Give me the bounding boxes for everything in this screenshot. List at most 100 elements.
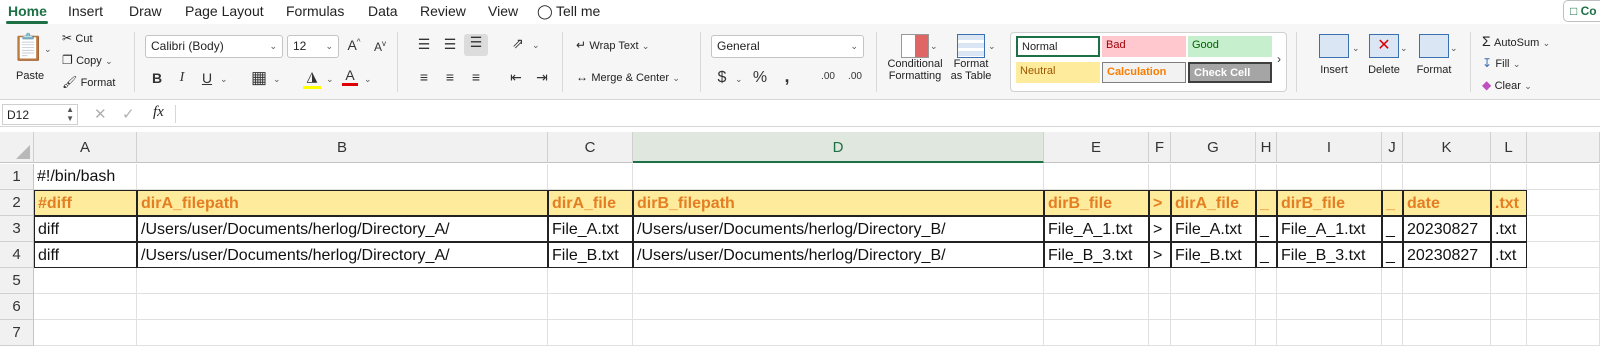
percent-icon[interactable]: % xyxy=(752,69,768,87)
chevron-down-icon[interactable]: ⌄ xyxy=(1450,43,1458,54)
cell-j4[interactable]: _ xyxy=(1382,242,1403,268)
cell-a4[interactable]: diff xyxy=(34,242,137,268)
cell-a3[interactable]: diff xyxy=(34,216,137,242)
cell-i7[interactable] xyxy=(1277,320,1382,346)
cut-button[interactable]: ✂ Cut xyxy=(62,31,93,45)
increase-decimal-icon[interactable]: .00 xyxy=(818,71,838,82)
row-header-5[interactable]: 5 xyxy=(0,268,34,294)
cell-e2[interactable]: dirB_file xyxy=(1044,190,1149,216)
cell-empty-region[interactable] xyxy=(1527,242,1600,268)
copy-button[interactable]: ❐ Copy ⌄ xyxy=(62,53,113,67)
align-left-icon[interactable]: ≡ xyxy=(414,69,434,85)
cell-j7[interactable] xyxy=(1382,320,1403,346)
cancel-icon[interactable]: ✕ xyxy=(94,105,107,123)
column-header-g[interactable]: G xyxy=(1171,132,1256,163)
format-cells-button[interactable]: Format xyxy=(1412,34,1456,76)
cell-j3[interactable]: _ xyxy=(1382,216,1403,242)
cell-j6[interactable] xyxy=(1382,294,1403,320)
cell-c6[interactable] xyxy=(548,294,633,320)
cell-d5[interactable] xyxy=(633,268,1044,294)
cell-b4[interactable]: /Users/user/Documents/herlog/Directory_A… xyxy=(137,242,548,268)
column-header-c[interactable]: C xyxy=(548,132,633,163)
tab-insert[interactable]: Insert xyxy=(68,3,103,19)
style-normal[interactable]: Normal xyxy=(1016,36,1100,57)
chevron-right-icon[interactable]: › xyxy=(1274,52,1284,66)
cell-empty-region[interactable] xyxy=(1527,320,1600,346)
cell-e7[interactable] xyxy=(1044,320,1149,346)
cell-c3[interactable]: File_A.txt xyxy=(548,216,633,242)
cell-c2[interactable]: dirA_file xyxy=(548,190,633,216)
tab-home[interactable]: Home xyxy=(8,3,47,19)
font-name-select[interactable]: Calibri (Body) ⌄ xyxy=(145,35,283,58)
cell-d7[interactable] xyxy=(633,320,1044,346)
cell-d6[interactable] xyxy=(633,294,1044,320)
format-painter-button[interactable]: 🖌 Format xyxy=(62,75,115,89)
style-good[interactable]: Good xyxy=(1188,36,1272,57)
chevron-down-icon[interactable]: ⌄ xyxy=(1352,43,1360,54)
cell-h2[interactable]: _ xyxy=(1256,190,1277,216)
autosum-button[interactable]: Σ AutoSum ⌄ xyxy=(1482,33,1550,49)
align-top-icon[interactable]: ☰ xyxy=(414,36,434,53)
cell-k7[interactable] xyxy=(1403,320,1491,346)
cell-f5[interactable] xyxy=(1149,268,1171,294)
tab-data[interactable]: Data xyxy=(368,3,398,19)
cell-e1[interactable] xyxy=(1044,164,1149,190)
chevron-down-icon[interactable]: ⌄ xyxy=(220,74,228,85)
chevron-down-icon[interactable]: ⌄ xyxy=(1400,43,1408,54)
fill-color-icon[interactable]: ◮ xyxy=(303,68,321,89)
chevron-down-icon[interactable]: ⌄ xyxy=(532,40,540,51)
cell-b5[interactable] xyxy=(137,268,548,294)
chevron-down-icon[interactable]: ⌄ xyxy=(273,74,281,85)
cell-a1[interactable]: #!/bin/bash xyxy=(34,164,137,190)
currency-icon[interactable]: $ xyxy=(716,69,728,87)
cell-g7[interactable] xyxy=(1171,320,1256,346)
cell-empty-region[interactable] xyxy=(1527,190,1600,216)
style-calculation[interactable]: Calculation xyxy=(1102,62,1186,83)
cell-f3[interactable]: > xyxy=(1149,216,1171,242)
cell-h3[interactable]: _ xyxy=(1256,216,1277,242)
cell-empty-region[interactable] xyxy=(1527,294,1600,320)
increase-font-icon[interactable]: A^ xyxy=(345,37,363,53)
cell-f7[interactable] xyxy=(1149,320,1171,346)
row-header-2[interactable]: 2 xyxy=(0,190,34,216)
cell-empty-region[interactable] xyxy=(1527,268,1600,294)
cell-l4[interactable]: .txt xyxy=(1491,242,1527,268)
cell-g1[interactable] xyxy=(1171,164,1256,190)
tab-tell-me[interactable]: Tell me xyxy=(556,3,600,19)
column-header-d[interactable]: D xyxy=(633,132,1044,163)
cell-b1[interactable] xyxy=(137,164,548,190)
chevron-down-icon[interactable]: ⌄ xyxy=(930,41,938,52)
cell-a5[interactable] xyxy=(34,268,137,294)
cell-h5[interactable] xyxy=(1256,268,1277,294)
conditional-formatting-button[interactable]: Conditional Formatting xyxy=(884,32,946,82)
bold-icon[interactable]: B xyxy=(150,70,164,86)
cell-c5[interactable] xyxy=(548,268,633,294)
cell-c1[interactable] xyxy=(548,164,633,190)
fill-button[interactable]: ↧ Fill ⌄ xyxy=(1482,56,1520,70)
column-header-j[interactable]: J xyxy=(1382,132,1403,163)
cell-i1[interactable] xyxy=(1277,164,1382,190)
font-size-select[interactable]: 12 ⌄ xyxy=(287,35,339,58)
cell-f4[interactable]: > xyxy=(1149,242,1171,268)
cell-j2[interactable]: _ xyxy=(1382,190,1403,216)
decrease-font-icon[interactable]: Av xyxy=(372,39,388,54)
cell-g4[interactable]: File_B.txt xyxy=(1171,242,1256,268)
row-header-1[interactable]: 1 xyxy=(0,164,34,190)
cell-empty-region[interactable] xyxy=(1527,216,1600,242)
delete-cells-button[interactable]: ✕ Delete xyxy=(1362,34,1406,76)
clear-button[interactable]: ◆ Clear ⌄ xyxy=(1482,78,1532,92)
align-bottom-icon[interactable]: ☰ xyxy=(464,34,488,56)
cell-c7[interactable] xyxy=(548,320,633,346)
align-center-icon[interactable]: ≡ xyxy=(440,69,460,85)
cell-b7[interactable] xyxy=(137,320,548,346)
name-box[interactable]: D12 ▲ ▼ xyxy=(2,104,78,125)
tab-page-layout[interactable]: Page Layout xyxy=(185,3,264,19)
column-header-h[interactable]: H xyxy=(1256,132,1277,163)
insert-cells-button[interactable]: Insert xyxy=(1312,34,1356,76)
cell-c4[interactable]: File_B.txt xyxy=(548,242,633,268)
chevron-down-icon[interactable]: ⌄ xyxy=(364,74,372,85)
cell-k5[interactable] xyxy=(1403,268,1491,294)
cell-l5[interactable] xyxy=(1491,268,1527,294)
underline-icon[interactable]: U xyxy=(200,70,214,86)
row-header-7[interactable]: 7 xyxy=(0,320,34,346)
